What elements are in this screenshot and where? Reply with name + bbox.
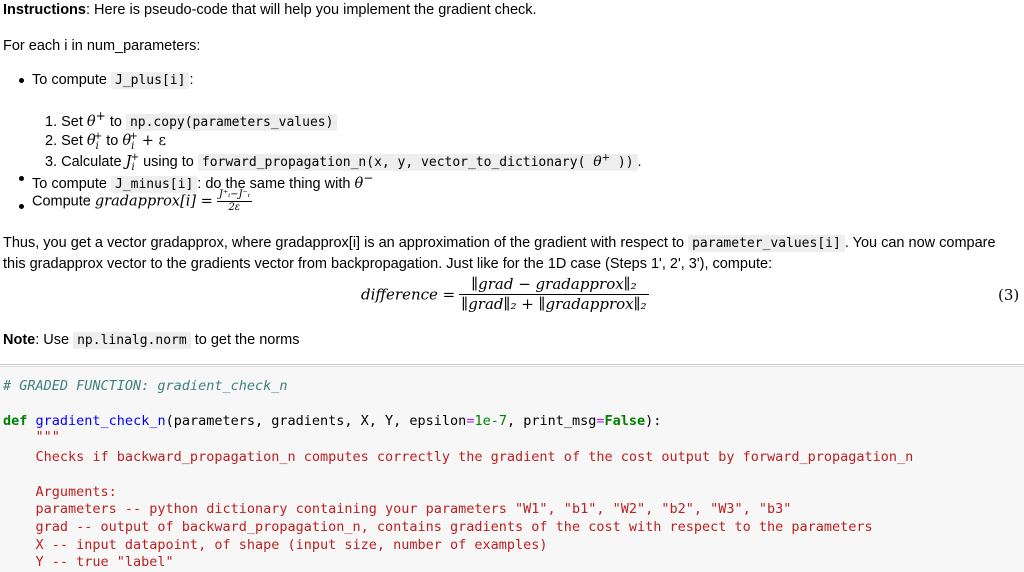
bullet-dot bbox=[19, 176, 24, 181]
code-def-line: def gradient_check_n(parameters, gradien… bbox=[3, 413, 662, 429]
code-cell-editor[interactable]: # GRADED FUNCTION: gradient_check_n def … bbox=[0, 366, 1024, 572]
code-comment: # GRADED FUNCTION: gradient_check_n bbox=[3, 378, 288, 394]
paragraph-line-2: this gradapprox vector to the gradients … bbox=[3, 256, 773, 272]
docstring-open: """ bbox=[3, 429, 60, 445]
docstring-line: parameters -- python dictionary containi… bbox=[3, 501, 792, 517]
bullet-dot bbox=[19, 204, 24, 209]
docstring-line: X -- input datapoint, of shape (input si… bbox=[3, 537, 548, 553]
bullet-dot bbox=[19, 78, 24, 83]
paragraph-line-1: Thus, you get a vector gradapprox, where… bbox=[3, 235, 996, 252]
code-parameter-values: parameter_values[i] bbox=[688, 235, 845, 252]
docstring-line: grad -- output of backward_propagation_n… bbox=[3, 519, 873, 535]
bullet-compute-gradapprox: Compute gradapprox[i] = J⁺ᵢ−J⁻ᵢ 2ε bbox=[32, 189, 252, 213]
docstring-line: Y -- true "label" bbox=[3, 554, 174, 570]
gradapprox-fraction: J⁺ᵢ−J⁻ᵢ 2ε bbox=[216, 189, 252, 213]
code-jplus: J_plus[i] bbox=[111, 72, 190, 89]
note-label: Note bbox=[3, 332, 36, 348]
for-each-line: For each i in num_parameters: bbox=[3, 38, 201, 54]
instructions-line: Instructions: Here is pseudo-code that w… bbox=[3, 2, 537, 18]
note-line: Note: Use np.linalg.norm to get the norm… bbox=[3, 332, 300, 349]
docstring-line: Checks if backward_propagation_n compute… bbox=[3, 449, 914, 465]
markdown-cell: Instructions: Here is pseudo-code that w… bbox=[0, 0, 1024, 366]
code-linalg-norm: np.linalg.norm bbox=[73, 332, 191, 349]
equation-number: (3) bbox=[998, 286, 1020, 304]
bullet-compute-jplus: To compute J_plus[i]: bbox=[32, 72, 194, 89]
docstring-line: Arguments: bbox=[3, 484, 117, 500]
instructions-label: Instructions bbox=[3, 2, 86, 18]
difference-equation: difference = ∥grad − gradapprox∥₂ ∥grad∥… bbox=[361, 275, 649, 313]
cell-separator bbox=[0, 364, 1024, 365]
